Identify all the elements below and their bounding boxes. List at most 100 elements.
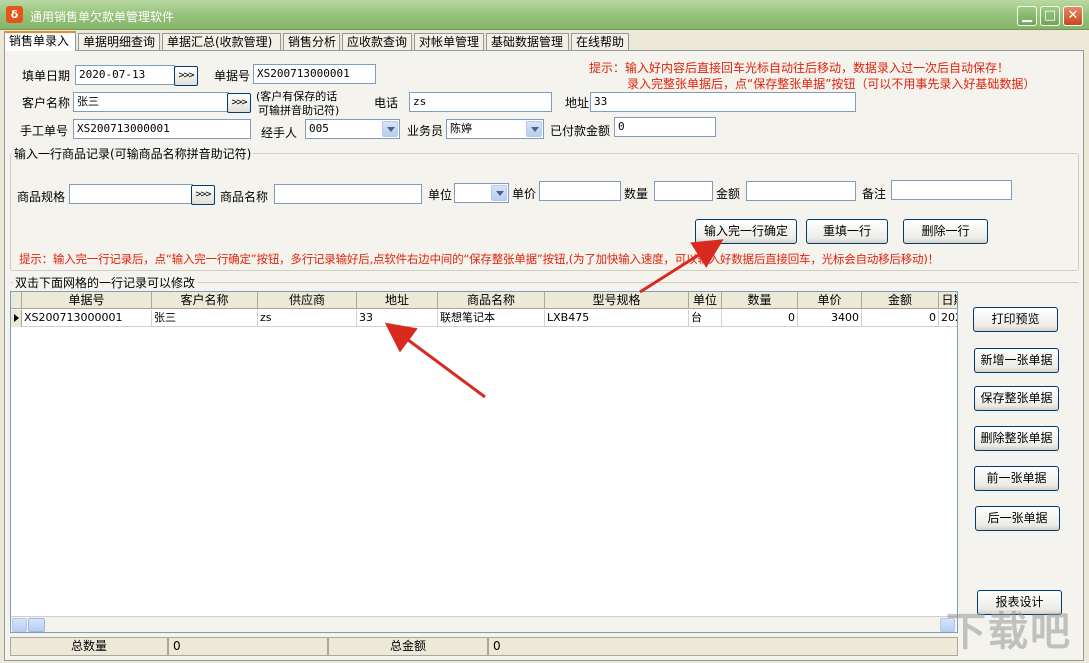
col-price[interactable]: 单价 bbox=[798, 292, 862, 309]
delete-doc-button[interactable]: 删除整张单据 bbox=[974, 426, 1059, 451]
app-icon: δ bbox=[6, 6, 23, 23]
customer-select-button[interactable]: >>> bbox=[227, 93, 251, 113]
horizontal-scrollbar[interactable] bbox=[11, 616, 957, 632]
delete-row-button[interactable]: 删除一行 bbox=[903, 219, 988, 244]
new-doc-button[interactable]: 新增一张单据 bbox=[974, 348, 1059, 373]
minimize-icon: ▁ bbox=[1018, 7, 1036, 25]
manual-no-input[interactable]: XS200713000001 bbox=[73, 119, 251, 139]
customer-input[interactable]: 张三 bbox=[73, 92, 229, 112]
cell-address[interactable]: 33 bbox=[357, 310, 438, 327]
date-picker-button[interactable]: >>> bbox=[174, 66, 198, 86]
tab-sales-analysis[interactable]: 销售分析 bbox=[283, 33, 340, 50]
tab-sales-entry[interactable]: 销售单录入 bbox=[4, 31, 76, 51]
cell-amount[interactable]: 0 bbox=[862, 310, 939, 327]
tab-help[interactable]: 在线帮助 bbox=[571, 33, 629, 50]
paid-input[interactable]: 0 bbox=[614, 117, 716, 137]
spec-select-button[interactable]: >>> bbox=[191, 185, 215, 205]
chevron-down-icon[interactable] bbox=[382, 121, 398, 137]
total-qty-label: 总数量 bbox=[10, 637, 168, 656]
scroll-thumb[interactable] bbox=[28, 618, 45, 632]
spec-label: 商品规格 bbox=[17, 188, 65, 205]
col-supplier[interactable]: 供应商 bbox=[258, 292, 357, 309]
table-row[interactable]: XS200713000001 张三 zs 33 联想笔记本 LXB475 台 0… bbox=[11, 310, 958, 327]
total-amount-value: 0 bbox=[488, 637, 958, 656]
status-bar: 总数量 0 总金额 0 bbox=[10, 637, 960, 656]
handler-select[interactable]: 005 bbox=[305, 119, 400, 139]
title-bar: δ 通用销售单欠款单管理软件 ▁ □ ✕ bbox=[0, 0, 1089, 30]
watermark: 下载吧 bbox=[946, 606, 1086, 658]
cell-supplier[interactable]: zs bbox=[258, 310, 357, 327]
total-qty-value: 0 bbox=[168, 637, 328, 656]
salesman-value: 陈婷 bbox=[450, 122, 472, 135]
qty-label: 数量 bbox=[624, 185, 648, 202]
maximize-button[interactable]: □ bbox=[1040, 6, 1060, 26]
product-name-input[interactable] bbox=[274, 184, 422, 204]
qty-input[interactable] bbox=[654, 181, 713, 201]
cell-qty[interactable]: 0 bbox=[722, 310, 798, 327]
hint-top-1: 提示：输入好内容后直接回车光标自动往后移动，数据录入过一次后自动保存！ bbox=[589, 59, 1009, 76]
phone-input[interactable]: zs bbox=[409, 92, 552, 112]
col-amount[interactable]: 金额 bbox=[862, 292, 939, 309]
data-grid[interactable]: 单据号 客户名称 供应商 地址 商品名称 型号规格 单位 数量 单价 金额 日期… bbox=[10, 291, 958, 633]
col-date[interactable]: 日期 bbox=[939, 292, 958, 309]
cell-price[interactable]: 3400 bbox=[798, 310, 862, 327]
cell-model[interactable]: LXB475 bbox=[545, 310, 689, 327]
tab-detail-query[interactable]: 单据明细查询 bbox=[78, 33, 160, 50]
customer-label: 客户名称 bbox=[22, 94, 70, 111]
cell-doc-no[interactable]: XS200713000001 bbox=[22, 310, 152, 327]
scroll-left-icon[interactable] bbox=[12, 618, 27, 632]
chevron-down-icon[interactable] bbox=[491, 185, 507, 201]
chevron-down-icon[interactable] bbox=[526, 121, 542, 137]
col-qty[interactable]: 数量 bbox=[722, 292, 798, 309]
col-model[interactable]: 型号规格 bbox=[545, 292, 689, 309]
price-label: 单价 bbox=[512, 185, 536, 202]
tab-summary[interactable]: 单据汇总(收款管理) bbox=[162, 33, 281, 50]
cell-product[interactable]: 联想笔记本 bbox=[438, 310, 545, 327]
item-group-title: 输入一行商品记录(可输商品名称拼音助记符) bbox=[12, 145, 253, 162]
cell-date[interactable]: 2020- bbox=[939, 310, 958, 327]
total-amount-label: 总金额 bbox=[328, 637, 488, 656]
price-input[interactable] bbox=[539, 181, 621, 201]
amount-input[interactable] bbox=[746, 181, 856, 201]
cell-unit[interactable]: 台 bbox=[689, 310, 722, 327]
handler-label: 经手人 bbox=[261, 124, 297, 141]
close-button[interactable]: ✕ bbox=[1063, 6, 1083, 26]
print-preview-button[interactable]: 打印预览 bbox=[973, 307, 1058, 332]
prev-doc-button[interactable]: 前一张单据 bbox=[974, 466, 1059, 491]
note-label: 备注 bbox=[862, 185, 886, 202]
handler-value: 005 bbox=[309, 122, 329, 135]
action-sidebar bbox=[960, 291, 1078, 633]
col-customer[interactable]: 客户名称 bbox=[152, 292, 258, 309]
manual-no-label: 手工单号 bbox=[20, 122, 68, 139]
minimize-button[interactable]: ▁ bbox=[1017, 6, 1037, 26]
confirm-row-button[interactable]: 输入完一行确定 bbox=[695, 219, 797, 244]
next-doc-button[interactable]: 后一张单据 bbox=[975, 506, 1060, 531]
product-name-label: 商品名称 bbox=[220, 188, 268, 205]
amount-label: 金额 bbox=[716, 185, 740, 202]
maximize-icon: □ bbox=[1041, 7, 1059, 25]
note-input[interactable] bbox=[891, 180, 1012, 200]
doc-no-label: 单据号 bbox=[214, 67, 250, 84]
grid-header: 单据号 客户名称 供应商 地址 商品名称 型号规格 单位 数量 单价 金额 日期 bbox=[11, 292, 958, 309]
col-doc-no[interactable]: 单据号 bbox=[22, 292, 152, 309]
cell-customer[interactable]: 张三 bbox=[152, 310, 258, 327]
doc-no-input[interactable]: XS200713000001 bbox=[253, 64, 376, 84]
address-label: 地址 bbox=[565, 94, 589, 111]
tab-statement[interactable]: 对帐单管理 bbox=[414, 33, 484, 50]
tab-receivable[interactable]: 应收款查询 bbox=[342, 33, 412, 50]
col-unit[interactable]: 单位 bbox=[689, 292, 722, 309]
window-title: 通用销售单欠款单管理软件 bbox=[30, 8, 174, 25]
col-address[interactable]: 地址 bbox=[357, 292, 438, 309]
grid-title: 双击下面网格的一行记录可以修改 bbox=[13, 274, 197, 291]
salesman-select[interactable]: 陈婷 bbox=[446, 119, 544, 139]
unit-select[interactable] bbox=[454, 183, 509, 203]
paid-label: 已付款金额 bbox=[550, 122, 610, 139]
refill-row-button[interactable]: 重填一行 bbox=[806, 219, 888, 244]
col-product[interactable]: 商品名称 bbox=[438, 292, 545, 309]
save-doc-button[interactable]: 保存整张单据 bbox=[974, 386, 1059, 411]
fill-date-input[interactable]: 2020-07-13 bbox=[75, 65, 175, 85]
spec-input[interactable] bbox=[69, 184, 193, 204]
phone-label: 电话 bbox=[374, 94, 398, 111]
tab-base-data[interactable]: 基础数据管理 bbox=[486, 33, 569, 50]
address-input[interactable]: 33 bbox=[590, 92, 856, 112]
